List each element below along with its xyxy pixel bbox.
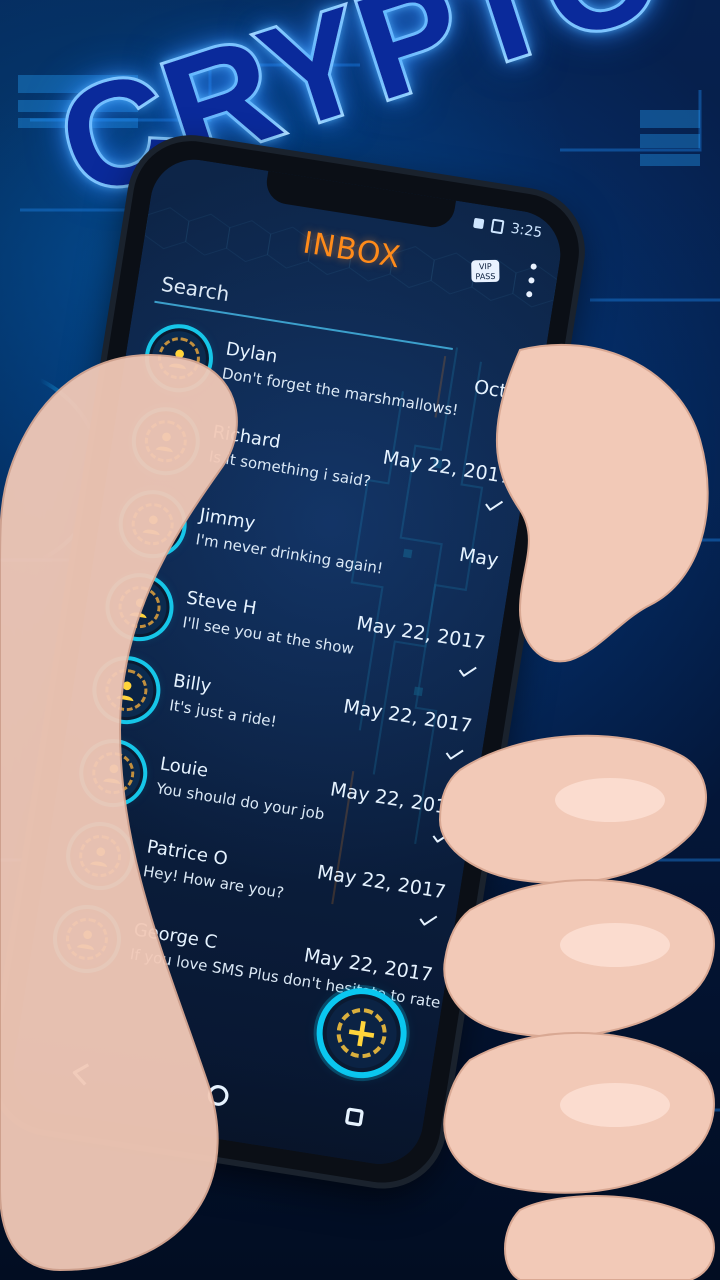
avatar xyxy=(108,576,171,639)
contact-name: Billy xyxy=(171,670,213,698)
avatar-ring xyxy=(76,832,125,881)
user-icon xyxy=(142,515,160,536)
user-icon xyxy=(76,930,95,950)
message-preview: Is it something i said? xyxy=(207,447,373,491)
user-icon xyxy=(168,349,186,370)
avatar-ring xyxy=(102,666,151,715)
avatar xyxy=(121,493,184,556)
avatar xyxy=(82,742,145,804)
recents-icon xyxy=(345,1107,364,1127)
read-check-icon xyxy=(484,495,504,512)
message-date: Oct 2 xyxy=(472,375,527,406)
back-icon xyxy=(72,1063,90,1086)
message-date: May xyxy=(457,543,500,572)
vip-pass-badge[interactable]: VIP PASS xyxy=(471,259,500,283)
contact-name: Jimmy xyxy=(198,504,257,535)
contact-name: Louie xyxy=(158,753,210,782)
avatar-ring xyxy=(89,749,138,798)
avatar xyxy=(134,410,197,473)
user-icon xyxy=(155,432,173,453)
read-check-icon xyxy=(445,744,465,761)
back-button[interactable] xyxy=(54,1046,109,1101)
avatar-ring xyxy=(115,583,164,632)
recents-button[interactable] xyxy=(327,1090,382,1145)
avatar-ring xyxy=(128,500,177,549)
avatar xyxy=(56,908,118,970)
message-preview: I'm never drinking again! xyxy=(194,530,385,578)
user-icon xyxy=(129,598,147,619)
menu-dot xyxy=(528,276,535,284)
fab-ring: + xyxy=(333,1004,391,1062)
menu-dot xyxy=(525,290,533,298)
message-preview: Don't forget the marshmallows! xyxy=(220,364,460,420)
menu-dot xyxy=(530,263,538,271)
user-icon xyxy=(116,681,134,702)
status-time: 3:25 xyxy=(509,220,544,242)
avatar xyxy=(69,825,131,887)
plus-icon: + xyxy=(341,1007,382,1059)
home-icon xyxy=(207,1085,229,1106)
message-preview: You should do your job xyxy=(155,779,326,824)
avatar-ring xyxy=(141,417,190,466)
read-check-icon xyxy=(419,910,439,926)
read-check-icon xyxy=(458,661,478,678)
battery-icon xyxy=(490,218,505,235)
message-preview: It's just a ride! xyxy=(168,696,278,731)
user-icon xyxy=(103,764,121,785)
avatar-ring xyxy=(154,334,203,383)
avatar xyxy=(95,659,158,721)
avatar-ring xyxy=(62,914,111,964)
user-icon xyxy=(90,847,108,868)
contact-name: Dylan xyxy=(224,338,279,368)
status-icon xyxy=(472,217,484,230)
read-check-icon xyxy=(432,827,452,843)
avatar xyxy=(148,327,210,390)
home-button[interactable] xyxy=(191,1068,246,1123)
message-preview: I'll see you at the show xyxy=(181,613,356,659)
